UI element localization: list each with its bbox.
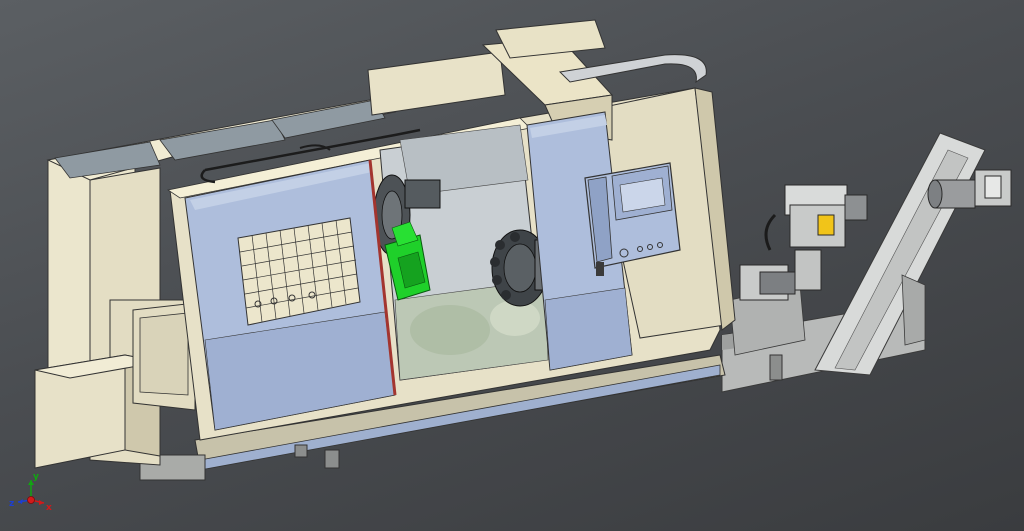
chip-conveyor[interactable] [721, 132, 986, 393]
cad-3d-viewport[interactable]: y z x [0, 0, 1024, 531]
y-axis-label: y [33, 472, 39, 482]
axis-triad: y z x [9, 472, 52, 513]
x-axis-label: x [46, 503, 52, 513]
lathe-3d-model[interactable] [0, 0, 1024, 531]
z-axis-label: z [9, 499, 14, 509]
origin-icon [27, 496, 35, 504]
coolant-pump-units[interactable] [739, 184, 868, 301]
